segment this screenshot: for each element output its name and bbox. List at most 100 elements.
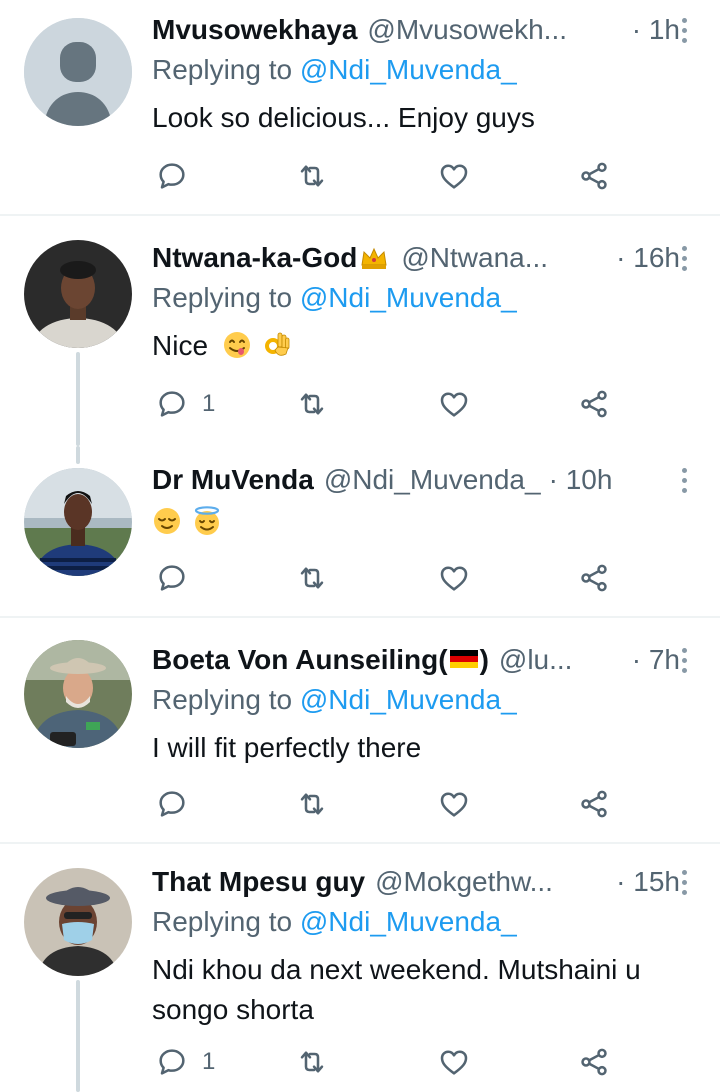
display-name-suffix: ) <box>479 644 489 675</box>
display-name[interactable]: Ntwana-ka-God <box>152 242 357 274</box>
action-bar <box>152 156 622 196</box>
more-options-icon[interactable] <box>674 640 694 680</box>
face-savoring-food-emoji-icon <box>223 332 250 358</box>
tweet-text <box>152 502 692 542</box>
retweet-button[interactable] <box>296 784 328 824</box>
replying-to: Replying to @Ndi_Muvenda_ <box>152 684 517 716</box>
tweet-header: Dr MuVenda @Ndi_Muvenda_ · 10h <box>152 460 680 500</box>
user-handle[interactable]: @Ntwana... <box>401 242 548 274</box>
replying-label: Replying to <box>152 54 293 85</box>
tweet-header: That Mpesu guy @Mokgethw... · 15h <box>152 862 680 902</box>
reply-icon <box>159 791 185 817</box>
reply-icon <box>159 163 185 189</box>
mention-link[interactable]: @Ndi_Muvenda_ <box>300 684 517 715</box>
display-name[interactable]: Mvusowekhaya <box>152 14 357 46</box>
reply-tweet[interactable]: Boeta Von Aunseiling( ) @lu... · 7h Repl… <box>0 618 720 844</box>
share-button[interactable] <box>578 784 610 824</box>
reply-tweet[interactable]: Dr MuVenda @Ndi_Muvenda_ · 10h <box>0 446 720 618</box>
retweet-button[interactable] <box>296 384 328 424</box>
like-button[interactable] <box>438 384 470 424</box>
tweet-header: Boeta Von Aunseiling( ) @lu... · 7h <box>152 640 680 680</box>
reply-button[interactable]: 1 <box>156 1042 215 1082</box>
timestamp[interactable]: · 7h <box>632 644 680 676</box>
share-button[interactable] <box>578 156 610 196</box>
mention-link[interactable]: @Ndi_Muvenda_ <box>300 54 517 85</box>
smiling-face-with-halo-emoji-icon <box>194 506 219 535</box>
user-photo-icon <box>24 868 132 976</box>
more-options-icon[interactable] <box>674 460 694 500</box>
reply-count: 1 <box>202 390 216 417</box>
replying-label: Replying to <box>152 282 293 313</box>
user-handle[interactable]: @Ndi_Muvenda_ <box>324 464 541 496</box>
thread-connector <box>76 352 80 446</box>
mention-link[interactable]: @Ndi_Muvenda_ <box>300 282 517 313</box>
display-name-text: Boeta Von Aunseiling( <box>152 644 448 675</box>
like-button[interactable] <box>438 784 470 824</box>
timestamp[interactable]: · 16h <box>616 242 680 274</box>
user-photo-icon <box>24 468 132 576</box>
reply-button[interactable] <box>156 784 202 824</box>
heart-icon <box>440 566 468 591</box>
like-button[interactable] <box>438 558 470 598</box>
display-name[interactable]: Boeta Von Aunseiling( ) <box>152 644 489 676</box>
reply-button[interactable] <box>156 156 202 196</box>
avatar[interactable] <box>24 868 132 976</box>
tweet-text: Nice <box>152 326 692 366</box>
like-button[interactable] <box>438 1042 470 1082</box>
more-options-icon[interactable] <box>674 10 694 50</box>
reply-count: 1 <box>202 1048 216 1075</box>
retweet-icon <box>300 165 324 187</box>
retweet-button[interactable] <box>296 1042 328 1082</box>
user-handle[interactable]: @Mvusowekh... <box>367 14 567 46</box>
avatar[interactable] <box>24 240 132 348</box>
replies-feed: Mvusowekhaya @Mvusowekh... · 1h Replying… <box>0 0 720 1092</box>
thread-connector <box>76 980 80 1092</box>
ok-hand-emoji-icon <box>264 332 289 356</box>
display-name[interactable]: Dr MuVenda <box>152 464 314 496</box>
share-icon <box>581 1048 607 1076</box>
replying-to: Replying to @Ndi_Muvenda_ <box>152 906 517 938</box>
replying-to: Replying to @Ndi_Muvenda_ <box>152 54 517 86</box>
avatar[interactable] <box>24 18 132 126</box>
replying-to: Replying to @Ndi_Muvenda_ <box>152 282 517 314</box>
user-photo-icon <box>24 240 132 348</box>
more-options-icon[interactable] <box>674 238 694 278</box>
reply-icon <box>159 565 185 591</box>
replying-label: Replying to <box>152 906 293 937</box>
tweet-text-content: Nice <box>152 330 209 361</box>
replying-label: Replying to <box>152 684 293 715</box>
avatar[interactable] <box>24 468 132 576</box>
tweet-text: Ndi khou da next weekend. Mutshaini u so… <box>152 954 641 1025</box>
tweet-header: Mvusowekhaya @Mvusowekh... · 1h <box>152 10 680 50</box>
heart-icon <box>440 164 468 189</box>
timestamp[interactable]: · 1h <box>632 14 680 46</box>
action-bar: 1 <box>152 384 622 424</box>
retweet-icon <box>300 393 324 415</box>
timestamp[interactable]: · 15h <box>616 866 680 898</box>
user-handle[interactable]: @lu... <box>499 644 573 676</box>
share-icon <box>581 162 607 190</box>
like-button[interactable] <box>438 156 470 196</box>
reply-tweet[interactable]: That Mpesu guy @Mokgethw... · 15h Replyi… <box>0 844 720 1092</box>
thread-connector <box>76 446 80 464</box>
retweet-button[interactable] <box>296 156 328 196</box>
mention-link[interactable]: @Ndi_Muvenda_ <box>300 906 517 937</box>
reply-button[interactable] <box>156 558 202 598</box>
reply-button[interactable]: 1 <box>156 384 215 424</box>
retweet-button[interactable] <box>296 558 328 598</box>
share-button[interactable] <box>578 558 610 598</box>
action-bar <box>152 558 622 598</box>
display-name[interactable]: That Mpesu guy <box>152 866 365 898</box>
more-options-icon[interactable] <box>674 862 694 902</box>
retweet-icon <box>300 793 324 815</box>
share-button[interactable] <box>578 384 610 424</box>
reply-tweet[interactable]: Mvusowekhaya @Mvusowekh... · 1h Replying… <box>0 0 720 216</box>
retweet-icon <box>300 1051 324 1073</box>
share-button[interactable] <box>578 1042 610 1082</box>
user-handle[interactable]: @Mokgethw... <box>375 866 553 898</box>
timestamp[interactable]: · 10h <box>549 464 613 496</box>
germany-flag-emoji-icon <box>449 650 478 668</box>
avatar[interactable] <box>24 640 132 748</box>
retweet-icon <box>300 567 324 589</box>
reply-tweet[interactable]: Ntwana-ka-God @Ntwana... · 16h Replying … <box>0 216 720 446</box>
